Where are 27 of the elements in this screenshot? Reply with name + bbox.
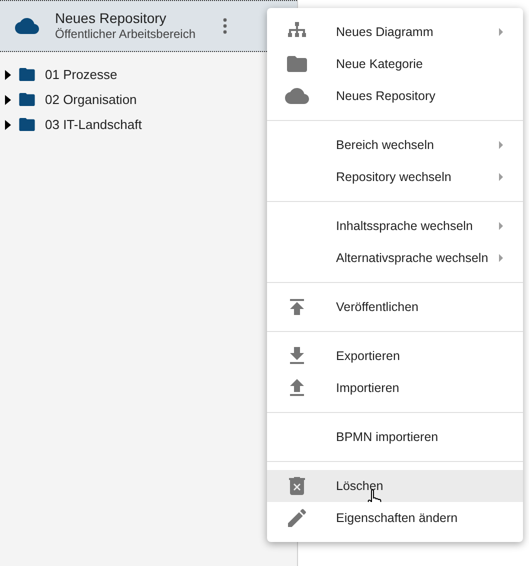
folder-icon (19, 68, 35, 81)
menu-item[interactable]: Inhaltssprache wechseln (267, 210, 523, 242)
repository-subtitle: Öffentlicher Arbeitsbereich (55, 27, 196, 42)
tree-item[interactable]: 03 IT-Landschaft (45, 114, 142, 134)
menu-item[interactable]: Importieren (267, 372, 523, 404)
folder-icon (19, 118, 35, 131)
menu-item[interactable]: BPMN importieren (267, 421, 523, 453)
repository-title: Neues Repository (55, 10, 168, 28)
cloud-icon (15, 18, 39, 34)
menu-item[interactable]: Repository wechseln (267, 161, 523, 193)
menu-item[interactable]: Veröffentlichen (267, 291, 523, 323)
pencil-icon (285, 506, 309, 530)
menu-item[interactable]: Neues Diagramm (267, 16, 523, 48)
expand-arrow-icon[interactable] (5, 70, 11, 80)
tree-item[interactable]: 01 Prozesse (45, 64, 118, 84)
menu-item[interactable]: Alternativsprache wechseln (267, 242, 523, 274)
expand-arrow-icon[interactable] (5, 94, 11, 104)
expand-arrow-icon[interactable] (5, 120, 11, 130)
menu-item[interactable]: Neue Kategorie (267, 48, 523, 80)
menu-item[interactable]: Eigenschaften ändern (267, 502, 523, 534)
tree-item[interactable]: 02 Organisation (45, 90, 137, 110)
menu-item[interactable]: Löschen (267, 470, 523, 502)
folder-icon (19, 93, 35, 106)
menu-item[interactable]: Bereich wechseln (267, 129, 523, 161)
more-options-icon[interactable] (222, 18, 227, 34)
menu-item[interactable]: Exportieren (267, 340, 523, 372)
menu-item[interactable]: Neues Repository (267, 80, 523, 112)
